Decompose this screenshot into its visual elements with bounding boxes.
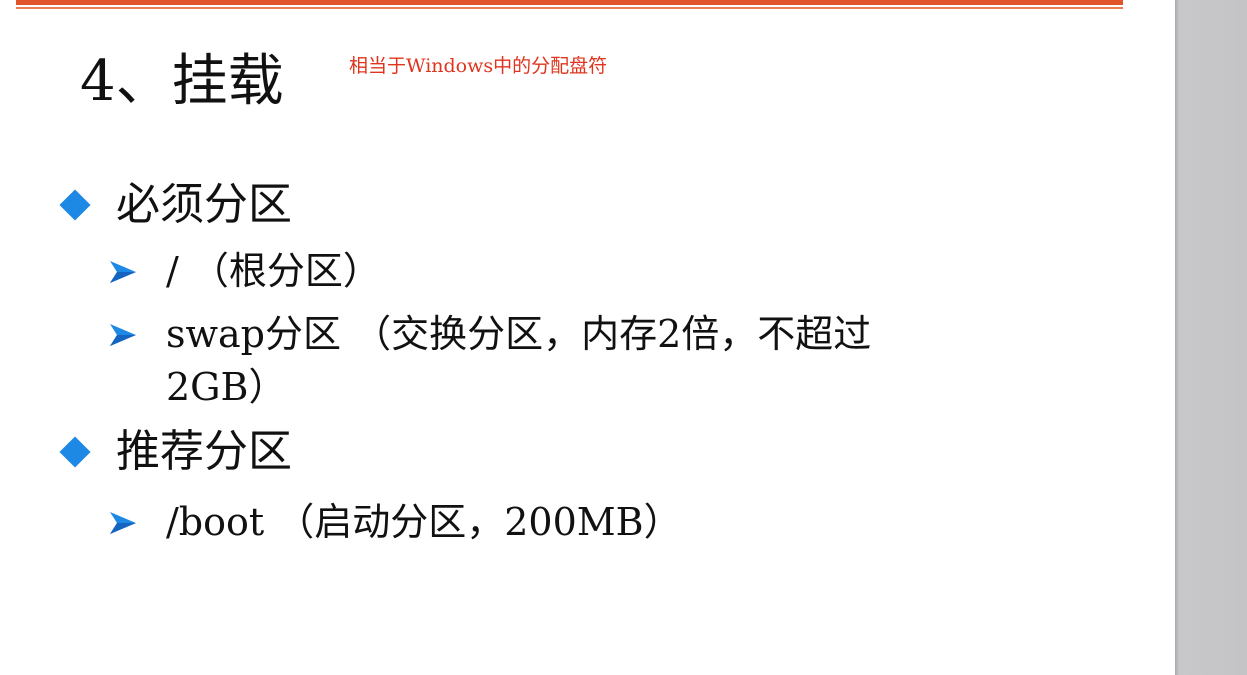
side-panel (1175, 0, 1247, 675)
item-swap-partition-continued: 2GB） (166, 365, 287, 409)
arrow-bullet-icon (110, 512, 136, 534)
slide: 4、挂载 相当于Windows中的分配盘符 必须分区 / （根分区） swap分… (0, 0, 1175, 675)
section-heading-required: 必须分区 (116, 179, 292, 230)
diamond-bullet-icon (59, 189, 91, 221)
top-accent-line (16, 7, 1123, 9)
arrow-bullet-icon (110, 324, 136, 346)
section-heading-recommended: 推荐分区 (116, 426, 292, 477)
item-swap-partition: swap分区 （交换分区，内存2倍，不超过 (166, 312, 872, 356)
annotation-note: 相当于Windows中的分配盘符 (349, 55, 608, 77)
slide-title: 4、挂载 (80, 49, 284, 114)
item-boot-partition: /boot （启动分区，200MB） (166, 500, 682, 544)
arrow-bullet-icon (110, 261, 136, 283)
item-root-partition: / （根分区） (166, 249, 381, 293)
top-accent-bar (16, 0, 1123, 5)
diamond-bullet-icon (59, 436, 91, 468)
